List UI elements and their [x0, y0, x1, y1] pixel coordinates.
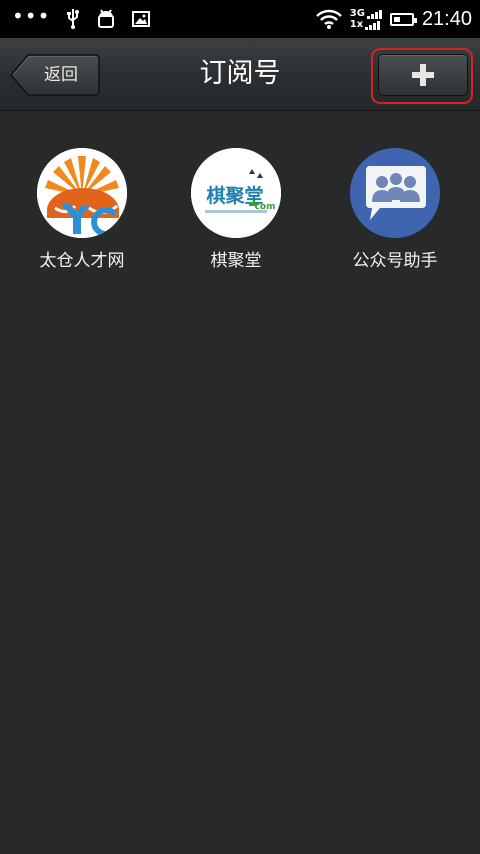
- back-button[interactable]: 返回: [10, 54, 100, 96]
- plus-icon: [412, 64, 434, 86]
- usb-icon: [66, 9, 80, 29]
- qijutang-logo-icon: 棋聚堂 com: [191, 148, 281, 238]
- back-label: 返回: [44, 65, 78, 85]
- wifi-icon: [315, 9, 342, 29]
- status-bar: ••• 3G 1x 21:40: [0, 0, 480, 38]
- battery-icon: [389, 12, 417, 26]
- android-debug-icon: [96, 9, 116, 29]
- network-type-top: 3G: [349, 8, 365, 19]
- subscription-name: 棋聚堂: [210, 251, 262, 271]
- title-bar: 订阅号 返回: [0, 38, 480, 111]
- network-type-bottom: 1x: [349, 19, 364, 30]
- subscription-name: 太仓人才网: [39, 251, 125, 271]
- signal-icon: 3G 1x: [350, 8, 382, 30]
- subscription-name: 公众号助手: [352, 251, 438, 271]
- subscription-item[interactable]: 公众号助手: [320, 148, 470, 271]
- taicang-logo-icon: [37, 148, 127, 238]
- subscription-item[interactable]: 棋聚堂 com 棋聚堂: [161, 148, 311, 271]
- assistant-people-icon: [350, 148, 440, 238]
- clock: 21:40: [421, 7, 472, 30]
- image-icon: [132, 11, 151, 27]
- subscription-item[interactable]: 太仓人才网: [7, 148, 157, 271]
- notification-dots: •••: [12, 4, 51, 28]
- add-button[interactable]: [378, 54, 468, 96]
